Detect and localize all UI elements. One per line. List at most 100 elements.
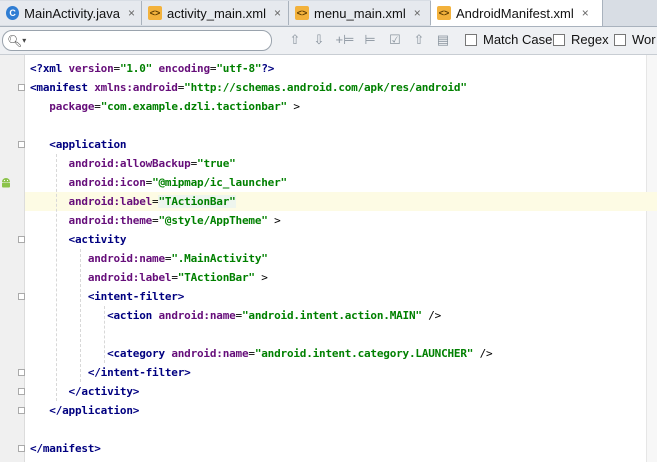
code-line[interactable]: <manifest xmlns:android="http://schemas.… <box>30 78 467 97</box>
add-occurrence-icon[interactable]: +⊨ <box>336 32 355 48</box>
punctuation-token: > <box>267 214 281 227</box>
search-input[interactable] <box>30 32 271 49</box>
xml-attribute-token: version <box>68 62 114 75</box>
checkbox-box[interactable] <box>553 33 565 46</box>
code-line[interactable]: </intent-filter> <box>30 363 191 382</box>
match-case-checkbox[interactable]: Match Case <box>465 32 552 47</box>
xml-tag-token: </intent-filter> <box>87 366 191 379</box>
tab-menu-main-xml[interactable]: <> menu_main.xml × <box>289 1 431 25</box>
fold-marker-icon[interactable] <box>18 84 25 91</box>
code-line[interactable]: android:label="TActionBar" <box>30 192 236 211</box>
tab-mainactivity-java[interactable]: C MainActivity.java × <box>0 1 142 25</box>
xml-tag-token: </application> <box>49 404 140 417</box>
regex-checkbox[interactable]: Regex <box>553 32 609 47</box>
xml-file-icon: <> <box>148 6 162 20</box>
xml-value-token: "android.intent.action.MAIN" <box>241 309 422 322</box>
punctuation-token: /> <box>421 309 442 322</box>
xml-tag-token: </activity> <box>68 385 140 398</box>
xml-attribute-token: android:label <box>68 195 153 208</box>
java-class-icon: C <box>6 6 20 20</box>
code-line[interactable]: android:allowBackup="true" <box>30 154 236 173</box>
code-line[interactable]: </application> <box>30 401 139 420</box>
xml-value-token: "true" <box>197 157 236 170</box>
search-icon[interactable]: 🔍︎ <box>7 34 22 48</box>
editor-tab-bar: C MainActivity.java × <> activity_main.x… <box>0 0 657 27</box>
find-toolbar: 🔍︎ ▾ ⇧ ⇩ +⊨ ⊨ ☑ ⇧ ▤ Match Case Regex Wor <box>0 27 657 55</box>
xml-tag-token: </manifest> <box>30 442 101 455</box>
next-occurrence-icon[interactable]: ⇩ <box>310 32 328 48</box>
android-launcher-icon[interactable] <box>0 176 12 188</box>
tab-label: menu_main.xml <box>314 5 406 21</box>
tab-label: AndroidManifest.xml <box>456 5 574 21</box>
xml-file-icon: <> <box>437 6 451 20</box>
error-stripe[interactable] <box>646 55 657 462</box>
code-line[interactable]: android:icon="@mipmap/ic_launcher" <box>30 173 288 192</box>
xml-attribute-token: package <box>49 100 95 113</box>
xml-attribute-token: android:label <box>87 271 172 284</box>
xml-file-icon: <> <box>295 6 309 20</box>
regex-label: Regex <box>571 32 609 47</box>
close-icon[interactable]: × <box>582 6 589 20</box>
xml-attribute-token: android:name <box>158 309 236 322</box>
select-all-occurrences-icon[interactable]: ☑ <box>386 32 404 48</box>
xml-attribute-token: android:theme <box>68 214 153 227</box>
search-field[interactable]: 🔍︎ ▾ <box>2 30 272 51</box>
xml-value-token: ".MainActivity" <box>171 252 268 265</box>
close-icon[interactable]: × <box>274 6 281 20</box>
code-line[interactable]: <category android:name="android.intent.c… <box>30 344 493 363</box>
fold-marker-icon[interactable] <box>18 293 25 300</box>
xml-attribute-token: android:name <box>171 347 249 360</box>
xml-value-token: "TActionBar" <box>158 195 236 208</box>
code-line[interactable]: android:label="TActionBar" > <box>30 268 268 287</box>
code-line[interactable]: package="com.example.dzli.tactionbar" > <box>30 97 300 116</box>
punctuation-token: > <box>286 100 300 113</box>
chevron-down-icon[interactable]: ▾ <box>22 36 26 45</box>
fold-marker-icon[interactable] <box>18 141 25 148</box>
xml-value-token: "com.example.dzli.tactionbar" <box>100 100 287 113</box>
code-line[interactable]: <activity <box>30 230 127 249</box>
editor-gutter[interactable] <box>0 55 25 462</box>
xml-tag-token: <action <box>107 309 159 322</box>
tab-label: MainActivity.java <box>24 5 120 21</box>
fold-marker-icon[interactable] <box>18 407 25 414</box>
code-line[interactable]: <?xml version="1.0" encoding="utf-8"?> <box>30 59 274 78</box>
previous-occurrence-icon[interactable]: ⇧ <box>286 32 304 48</box>
checkbox-box[interactable] <box>614 33 626 46</box>
code-line[interactable]: android:theme="@style/AppTheme" > <box>30 211 281 230</box>
xml-attribute-token: encoding <box>158 62 211 75</box>
xml-tag-token: ?> <box>261 62 275 75</box>
xml-value-token: "http://schemas.android.com/apk/res/andr… <box>184 81 467 94</box>
fold-marker-icon[interactable] <box>18 369 25 376</box>
xml-attribute-token: android:icon <box>68 176 146 189</box>
code-line[interactable]: <application <box>30 135 126 154</box>
code-line[interactable]: <intent-filter> <box>30 287 185 306</box>
xml-tag-token: <activity <box>68 233 127 246</box>
xml-value-token: "utf-8" <box>216 62 262 75</box>
xml-value-token: "@mipmap/ic_launcher" <box>152 176 287 189</box>
code-line[interactable]: android:name=".MainActivity" <box>30 249 268 268</box>
fold-marker-icon[interactable] <box>18 445 25 452</box>
code-line[interactable]: <action android:name="android.intent.act… <box>30 306 441 325</box>
xml-value-token: "@style/AppTheme" <box>158 214 268 227</box>
code-line[interactable]: </activity> <box>30 382 140 401</box>
tab-activity-main-xml[interactable]: <> activity_main.xml × <box>142 1 289 25</box>
code-line[interactable]: </manifest> <box>30 439 101 458</box>
fold-marker-icon[interactable] <box>18 388 25 395</box>
xml-tag-token: <category <box>107 347 172 360</box>
remove-occurrence-icon[interactable]: ⊨ <box>361 32 379 48</box>
export-icon[interactable]: ⇧ <box>410 32 428 48</box>
fold-marker-icon[interactable] <box>18 236 25 243</box>
xml-value-token: "1.0" <box>119 62 153 75</box>
words-checkbox[interactable]: Wor <box>614 32 656 47</box>
filter-icon[interactable]: ▤ <box>434 32 452 48</box>
close-icon[interactable]: × <box>414 6 421 20</box>
code-editor[interactable]: <?xml version="1.0" encoding="utf-8"?> <m… <box>0 55 657 462</box>
punctuation-token: > <box>254 271 268 284</box>
checkbox-box[interactable] <box>465 33 477 46</box>
tab-androidmanifest-xml[interactable]: <> AndroidManifest.xml × <box>431 0 603 26</box>
close-icon[interactable]: × <box>128 6 135 20</box>
xml-tag-token: <application <box>49 138 127 151</box>
xml-value-token: "android.intent.category.LAUNCHER" <box>254 347 474 360</box>
words-label: Wor <box>632 32 656 47</box>
match-case-label: Match Case <box>483 32 553 47</box>
